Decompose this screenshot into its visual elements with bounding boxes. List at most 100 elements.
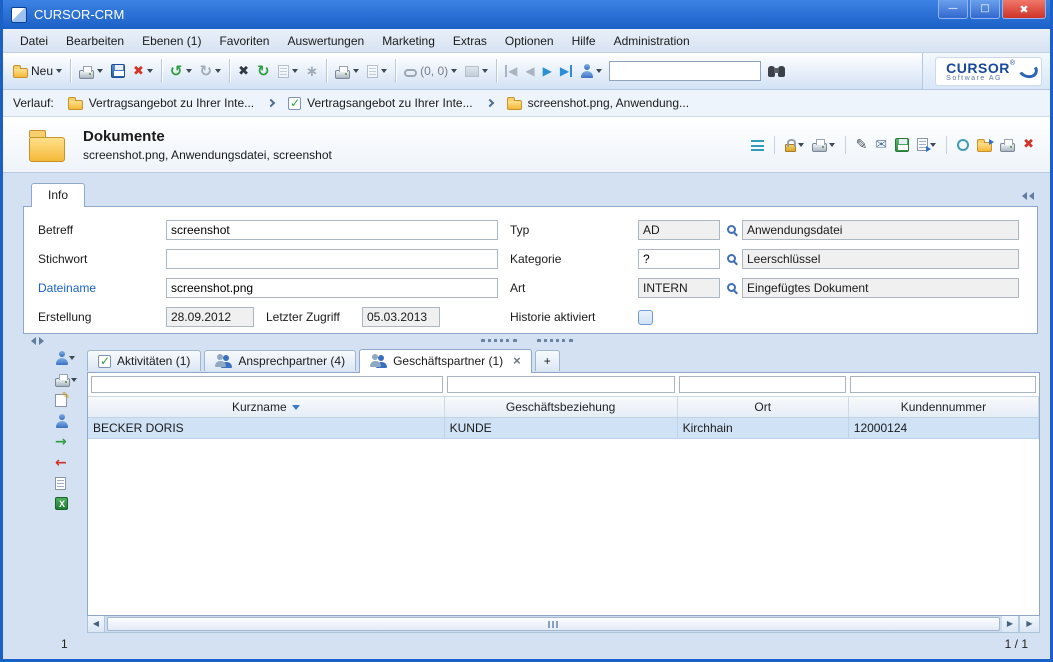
tab-aktivitaeten[interactable]: Aktivitäten (1)	[87, 350, 201, 371]
search-button[interactable]	[764, 63, 789, 80]
floppy-icon	[111, 64, 125, 78]
scroll-left-button[interactable]: ◀	[88, 616, 105, 632]
column-header-kundennummer[interactable]: Kundennummer	[849, 397, 1039, 417]
logo-text: CURSOR	[946, 60, 1010, 76]
historie-checkbox[interactable]	[638, 310, 653, 325]
save-button[interactable]	[107, 61, 129, 81]
views-button[interactable]	[751, 138, 764, 151]
scrollbar-thumb[interactable]	[107, 617, 1000, 631]
nav-last-button[interactable]: ▶	[556, 62, 576, 80]
tab-geschaeftspartner[interactable]: Geschäftspartner (1) ×	[359, 349, 532, 373]
betreff-input[interactable]	[166, 220, 498, 240]
export-button[interactable]: →	[53, 434, 87, 450]
lock-button[interactable]	[785, 137, 804, 152]
splitter[interactable]	[11, 334, 1042, 347]
refresh-button[interactable]: ↻	[253, 61, 274, 82]
nav-first-button[interactable]: ◀	[501, 62, 521, 80]
menu-favoriten[interactable]: Favoriten	[210, 31, 278, 51]
art-lookup-button[interactable]	[720, 278, 742, 298]
back-button[interactable]: ↺	[166, 61, 196, 82]
close-button[interactable]: ✖	[1002, 0, 1046, 19]
close-tab-icon[interactable]: ×	[513, 353, 521, 368]
print-record-button[interactable]	[812, 137, 835, 152]
filter-input-kurzname[interactable]	[91, 376, 443, 393]
email-button[interactable]: ✉	[875, 138, 887, 152]
wizard-button[interactable]: ∗	[302, 61, 323, 82]
save-record-button[interactable]	[895, 138, 909, 152]
dateiname-input[interactable]	[166, 278, 498, 298]
column-header-kurzname[interactable]: Kurzname	[88, 397, 445, 417]
dateiname-link[interactable]: Dateiname	[38, 281, 166, 295]
column-header-ort[interactable]: Ort	[678, 397, 849, 417]
kategorie-code-input[interactable]	[638, 249, 720, 269]
filter-cell	[445, 375, 678, 394]
add-tab-button[interactable]: +	[535, 350, 560, 371]
stichwort-input[interactable]	[166, 249, 498, 269]
history-item-2[interactable]: Vertragsangebot zu Ihrer Inte...	[284, 94, 476, 112]
menu-bearbeiten[interactable]: Bearbeiten	[57, 31, 133, 51]
send-document-button[interactable]	[363, 62, 391, 81]
forward-button[interactable]: ↻	[196, 61, 226, 82]
scroll-right-button[interactable]: ▶	[1002, 616, 1019, 632]
checkout-button[interactable]	[977, 138, 992, 152]
excel-export-button[interactable]	[53, 496, 87, 511]
tab-info[interactable]: Info	[31, 183, 85, 207]
filter-input-kundennummer[interactable]	[850, 376, 1036, 393]
expand-panel-button[interactable]: ▶	[1019, 616, 1039, 632]
new-button[interactable]: Neu	[9, 61, 66, 81]
menu-optionen[interactable]: Optionen	[496, 31, 563, 51]
search-person-button[interactable]	[576, 61, 606, 81]
print-list-button[interactable]	[331, 61, 363, 82]
print-table-button[interactable]	[53, 371, 87, 388]
menu-ebenen[interactable]: Ebenen (1)	[133, 31, 210, 51]
document-icon	[278, 65, 289, 78]
history-item-3[interactable]: screenshot.png, Anwendung...	[503, 94, 693, 112]
filter-input-geschaeftsbeziehung[interactable]	[447, 376, 676, 393]
menu-marketing[interactable]: Marketing	[373, 31, 444, 51]
attach-button[interactable]	[274, 62, 302, 81]
column-header-geschaeftsbeziehung[interactable]: Geschäftsbeziehung	[445, 397, 678, 417]
person-menu-button[interactable]	[53, 350, 87, 366]
menu-datei[interactable]: Datei	[11, 31, 57, 51]
tab-ansprechpartner[interactable]: Ansprechpartner (4)	[204, 350, 356, 371]
delete-record-button[interactable]: ✖	[1023, 138, 1034, 151]
nav-prev-button[interactable]: ◀	[521, 62, 538, 80]
maximize-button[interactable]: □	[970, 0, 1000, 19]
history-item-1[interactable]: Vertragsangebot zu Ihrer Inte...	[64, 94, 258, 112]
print-button[interactable]	[75, 61, 107, 82]
horizontal-scrollbar[interactable]: ◀ ▶ ▶	[87, 616, 1040, 633]
note-button[interactable]	[53, 393, 87, 408]
minimize-button[interactable]: —	[938, 0, 968, 19]
image-button[interactable]	[461, 63, 492, 80]
quick-search-input[interactable]	[609, 61, 761, 81]
betreff-label: Betreff	[38, 223, 166, 237]
filter-input-ort[interactable]	[679, 376, 846, 393]
collapse-panel-button[interactable]	[1022, 192, 1034, 200]
export-document-button[interactable]	[917, 138, 936, 151]
print-document-button[interactable]	[1000, 137, 1015, 152]
edit-button[interactable]: ✎	[856, 138, 868, 152]
typ-lookup-button[interactable]	[720, 220, 742, 240]
previous-record-icon: ◀	[525, 65, 534, 77]
nav-next-button[interactable]: ▶	[539, 62, 556, 80]
menu-auswertungen[interactable]: Auswertungen	[278, 31, 373, 51]
contact-button[interactable]	[53, 413, 87, 429]
form-row-art: Art INTERN Eingefügtes Dokument	[510, 278, 1027, 298]
kategorie-lookup-button[interactable]	[720, 249, 742, 269]
coordinates-button[interactable]: (0, 0)	[400, 61, 461, 81]
menu-hilfe[interactable]: Hilfe	[563, 31, 605, 51]
chevron-down-icon	[596, 69, 602, 73]
web-button[interactable]	[957, 139, 969, 151]
remove-button[interactable]: ✖	[234, 62, 253, 81]
scrollbar-track[interactable]	[105, 616, 1002, 632]
document-icon	[55, 477, 66, 490]
menu-administration[interactable]: Administration	[605, 31, 699, 51]
delete-button[interactable]: ✖	[129, 62, 157, 81]
splitter-collapse-buttons[interactable]	[31, 337, 44, 345]
table-row[interactable]: BECKER DORIS KUNDE Kirchhain 12000124	[88, 418, 1039, 439]
menu-extras[interactable]: Extras	[444, 31, 496, 51]
window-title: CURSOR-CRM	[34, 7, 124, 22]
close-icon: ✖	[1019, 4, 1028, 15]
import-button[interactable]: ←	[53, 455, 87, 471]
document-button[interactable]	[53, 476, 87, 491]
